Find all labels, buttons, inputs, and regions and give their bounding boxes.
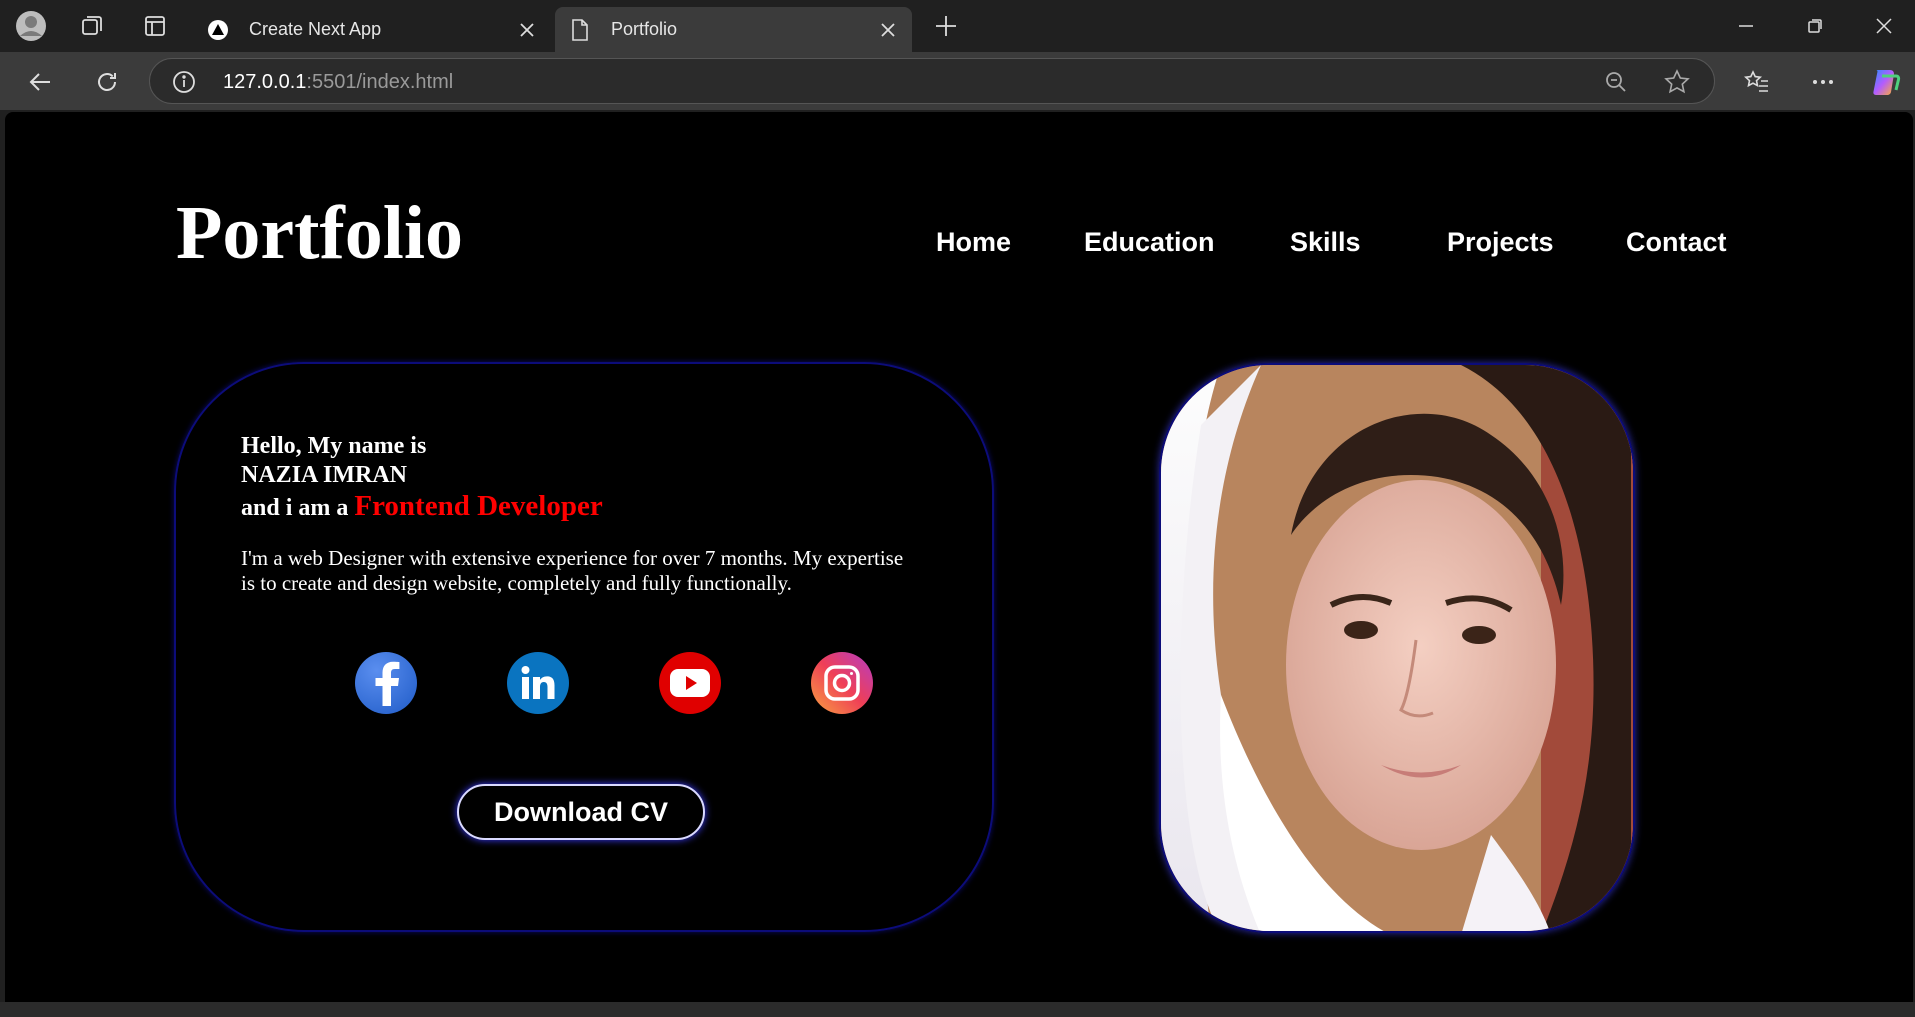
instagram-icon[interactable] bbox=[811, 652, 873, 714]
workspaces-icon[interactable] bbox=[76, 10, 108, 42]
intro-description: I'm a web Designer with extensive experi… bbox=[241, 546, 904, 595]
download-cv-button[interactable]: Download CV bbox=[457, 784, 705, 840]
site-logo[interactable]: Portfolio bbox=[176, 190, 463, 277]
url-host: 127.0.0.1 bbox=[223, 71, 307, 93]
tab-bar: Create Next App Portfolio bbox=[0, 0, 1915, 52]
favorite-star-icon[interactable] bbox=[1664, 69, 1690, 95]
new-tab-icon[interactable] bbox=[930, 12, 962, 40]
facebook-icon[interactable] bbox=[355, 652, 417, 714]
url-path: :5501/index.html bbox=[306, 71, 454, 93]
greeting-text: Hello, My name is bbox=[241, 433, 427, 459]
back-arrow-icon[interactable] bbox=[20, 62, 60, 102]
browser-toolbar: 127.0.0.1:5501/index.html bbox=[0, 52, 1915, 110]
role-title: Frontend Developer bbox=[354, 490, 603, 522]
role-prefix: and i am a bbox=[241, 495, 349, 521]
minimize-icon[interactable] bbox=[1724, 8, 1768, 44]
tab-portfolio[interactable]: Portfolio bbox=[555, 7, 912, 52]
profile-avatar-icon[interactable] bbox=[15, 10, 47, 42]
linkedin-icon[interactable] bbox=[507, 652, 569, 714]
tab-title: Create Next App bbox=[249, 19, 382, 39]
zoom-out-icon[interactable] bbox=[1604, 70, 1628, 94]
nav-contact[interactable]: Contact bbox=[1626, 227, 1727, 258]
nav-home[interactable]: Home bbox=[936, 227, 1011, 258]
refresh-icon[interactable] bbox=[87, 62, 127, 102]
url-text[interactable]: 127.0.0.1:5501/index.html bbox=[223, 71, 453, 94]
page-viewport: Portfolio Home Education Skills Projects… bbox=[5, 112, 1913, 1002]
profile-photo bbox=[1159, 363, 1635, 933]
nav-skills[interactable]: Skills bbox=[1290, 227, 1361, 258]
site-info-icon[interactable] bbox=[172, 70, 196, 94]
youtube-icon[interactable] bbox=[659, 652, 721, 714]
bottom-edge bbox=[0, 1002, 1915, 1017]
tab-create-next-app[interactable]: Create Next App bbox=[193, 7, 551, 52]
tab-title: Portfolio bbox=[611, 19, 678, 39]
close-window-icon[interactable] bbox=[1862, 8, 1906, 44]
nav-education[interactable]: Education bbox=[1084, 227, 1215, 258]
more-options-icon[interactable] bbox=[1803, 62, 1843, 102]
nav-projects[interactable]: Projects bbox=[1447, 227, 1554, 258]
document-icon bbox=[569, 18, 591, 41]
close-tab-icon[interactable] bbox=[876, 18, 900, 42]
close-tab-icon[interactable] bbox=[515, 18, 539, 42]
person-name: NAZIA IMRAN bbox=[241, 462, 408, 488]
address-bar[interactable]: 127.0.0.1:5501/index.html bbox=[149, 58, 1715, 104]
role-line: and i am a Frontend Developer bbox=[241, 490, 603, 523]
copilot-icon[interactable] bbox=[1866, 62, 1906, 102]
nextjs-triangle-icon bbox=[207, 19, 229, 41]
favorites-list-icon[interactable] bbox=[1737, 62, 1777, 102]
vertical-tabs-icon[interactable] bbox=[139, 10, 171, 42]
restore-icon[interactable] bbox=[1793, 8, 1837, 44]
